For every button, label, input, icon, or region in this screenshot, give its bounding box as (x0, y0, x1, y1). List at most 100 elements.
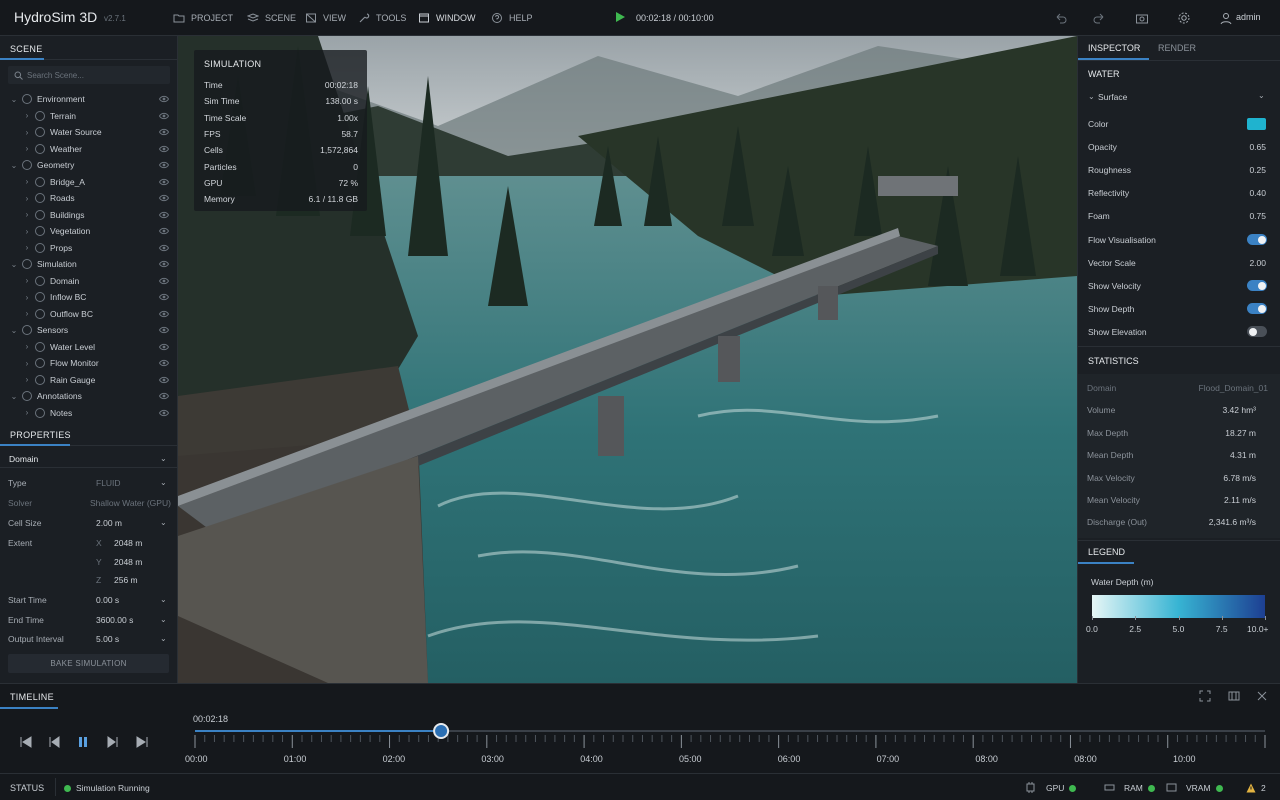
pause-icon[interactable] (76, 735, 90, 749)
eye-icon[interactable] (159, 325, 169, 335)
user-icon[interactable] (1219, 11, 1233, 25)
chevron-right-icon[interactable]: › (22, 293, 32, 302)
tree-item[interactable]: ⌄ Annotations (0, 388, 178, 404)
film-icon[interactable] (1228, 690, 1240, 702)
eye-icon[interactable] (159, 342, 169, 352)
tree-item[interactable]: › Rain Gauge (0, 372, 178, 388)
tree-item[interactable]: ⌄ Sensors (0, 322, 178, 338)
chevron-right-icon[interactable]: › (22, 111, 32, 120)
chevron-right-icon[interactable]: › (22, 177, 32, 186)
tree-item[interactable]: › Inflow BC (0, 289, 178, 305)
chevron-down-icon[interactable]: ⌄ (9, 392, 19, 401)
camera-icon[interactable] (1135, 11, 1149, 25)
menu-window[interactable]: WINDOW (418, 12, 476, 24)
toggle-switch[interactable] (1247, 326, 1267, 337)
eye-icon[interactable] (159, 276, 169, 286)
eye-icon[interactable] (159, 309, 169, 319)
tree-item[interactable]: › Vegetation (0, 223, 178, 239)
end-time-select[interactable]: 3600.00 s (96, 615, 133, 625)
eye-icon[interactable] (159, 144, 169, 154)
eye-icon[interactable] (159, 259, 169, 269)
expand-icon[interactable] (1199, 690, 1211, 702)
eye-icon[interactable] (159, 375, 169, 385)
output-interval-select[interactable]: 5.00 s (96, 634, 119, 644)
menu-scene[interactable]: SCENE (247, 12, 296, 24)
slider-value[interactable]: 0.25 (1249, 165, 1266, 175)
step-back-icon[interactable] (47, 735, 61, 749)
menu-project[interactable]: PROJECT (173, 12, 233, 24)
slider-value[interactable]: 0.40 (1249, 188, 1266, 198)
menu-help[interactable]: HELP (491, 12, 533, 24)
chevron-right-icon[interactable]: › (22, 194, 32, 203)
eye-icon[interactable] (159, 111, 169, 121)
tree-item[interactable]: › Water Level (0, 339, 178, 355)
chevron-right-icon[interactable]: › (22, 227, 32, 236)
eye-icon[interactable] (159, 391, 169, 401)
chevron-down-icon[interactable]: ⌄ (9, 326, 19, 335)
chevron-right-icon[interactable]: › (22, 359, 32, 368)
tree-item[interactable]: › Bridge_A (0, 174, 178, 190)
redo-icon[interactable] (1092, 11, 1106, 25)
chevron-right-icon[interactable]: › (22, 342, 32, 351)
scene-search-input[interactable] (27, 70, 165, 81)
undo-icon[interactable] (1054, 11, 1068, 25)
skip-end-icon[interactable] (135, 735, 149, 749)
gear-icon[interactable] (1177, 11, 1191, 25)
tree-item[interactable]: › Props (0, 240, 178, 256)
vector-scale-value[interactable]: 2.00 (1249, 258, 1266, 268)
eye-icon[interactable] (159, 226, 169, 236)
eye-icon[interactable] (159, 94, 169, 104)
play-icon[interactable] (614, 11, 626, 23)
timeline-track[interactable] (180, 722, 1270, 752)
slider-value[interactable]: 0.65 (1249, 142, 1266, 152)
step-forward-icon[interactable] (106, 735, 120, 749)
chevron-right-icon[interactable]: › (22, 309, 32, 318)
skip-start-icon[interactable] (19, 735, 33, 749)
chevron-right-icon[interactable]: › (22, 243, 32, 252)
chevron-right-icon[interactable]: › (22, 144, 32, 153)
tab-render[interactable]: RENDER (1158, 43, 1196, 53)
toggle-switch[interactable] (1247, 303, 1267, 314)
user-name[interactable]: admin (1236, 12, 1261, 22)
menu-view[interactable]: VIEW (305, 12, 346, 24)
eye-icon[interactable] (159, 243, 169, 253)
tree-item[interactable]: › Flow Monitor (0, 355, 178, 371)
eye-icon[interactable] (159, 127, 169, 137)
warnings-indicator[interactable]: 2 (1246, 783, 1266, 793)
start-time-select[interactable]: 0.00 s (96, 595, 119, 605)
extent-z-value[interactable]: 256 m (114, 575, 138, 585)
chevron-down-icon[interactable]: ⌄ (9, 260, 19, 269)
menu-tools[interactable]: TOOLS (358, 12, 406, 24)
eye-icon[interactable] (159, 408, 169, 418)
chevron-down-icon[interactable]: ⌄ (9, 95, 19, 104)
tree-item[interactable]: › Water Source (0, 124, 178, 140)
bake-simulation-button[interactable]: BAKE SIMULATION (8, 654, 169, 673)
tree-item[interactable]: › Weather (0, 141, 178, 157)
chevron-right-icon[interactable]: › (22, 128, 32, 137)
tab-inspector[interactable]: INSPECTOR (1088, 43, 1140, 53)
tree-item[interactable]: › Roads (0, 190, 178, 206)
cell-size-select[interactable]: 2.00 m (96, 518, 122, 528)
toggle-switch[interactable] (1247, 234, 1267, 245)
eye-icon[interactable] (159, 177, 169, 187)
tree-item[interactable]: ⌄ Environment (0, 91, 178, 107)
chevron-right-icon[interactable]: › (22, 408, 32, 417)
surface-group[interactable]: Surface (1098, 92, 1127, 102)
tree-item[interactable]: ⌄ Simulation (0, 256, 178, 272)
tree-item[interactable]: ⌄ Geometry (0, 157, 178, 173)
chevron-right-icon[interactable]: › (22, 375, 32, 384)
eye-icon[interactable] (159, 210, 169, 220)
extent-x-value[interactable]: 2048 m (114, 538, 142, 548)
chevron-right-icon[interactable]: › (22, 210, 32, 219)
eye-icon[interactable] (159, 358, 169, 368)
slider-value[interactable]: 0.75 (1249, 211, 1266, 221)
tree-item[interactable]: › Notes (0, 405, 178, 421)
chevron-down-icon[interactable]: ⌄ (9, 161, 19, 170)
tree-item[interactable]: › Outflow BC (0, 306, 178, 322)
extent-y-value[interactable]: 2048 m (114, 557, 142, 567)
tree-item[interactable]: › Domain (0, 273, 178, 289)
eye-icon[interactable] (159, 160, 169, 170)
color-swatch[interactable] (1247, 118, 1266, 130)
chevron-right-icon[interactable]: › (22, 276, 32, 285)
eye-icon[interactable] (159, 193, 169, 203)
